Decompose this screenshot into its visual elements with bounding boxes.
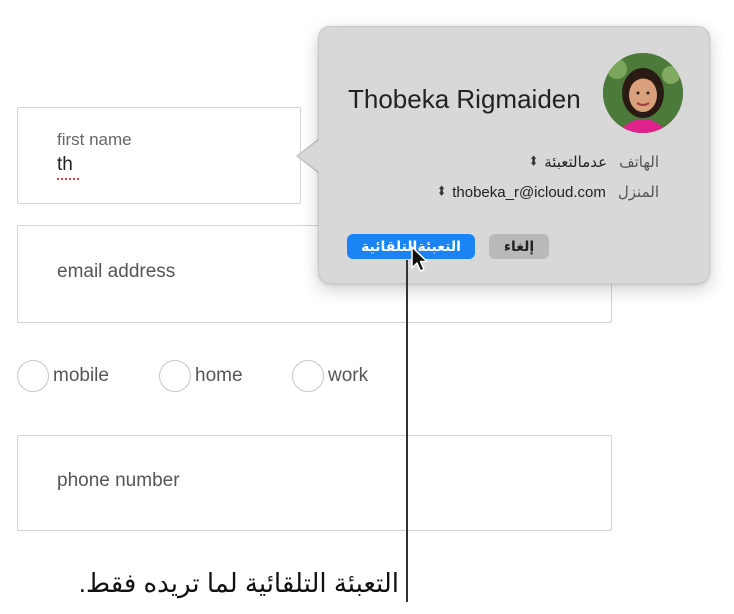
mouse-pointer-icon (411, 246, 428, 272)
spellcheck-underline (57, 178, 79, 180)
callout-line (406, 260, 408, 602)
radio-circle[interactable] (17, 360, 49, 392)
row-value-select[interactable]: ⬍ thobeka_r@icloud.com (437, 184, 606, 201)
up-down-chevron-icon: ⬍ (437, 184, 447, 199)
row-key: الهاتف (619, 154, 659, 171)
radio-home-label: home (195, 365, 243, 386)
first-name-field[interactable]: first name th (17, 107, 301, 204)
row-key: المنزل (617, 184, 659, 201)
first-name-value[interactable]: th (57, 154, 73, 176)
callout-caption: التعبئة التلقائية لما تريده فقط. (78, 568, 399, 598)
phone-number-placeholder: phone number (57, 470, 180, 491)
radio-work[interactable]: work (292, 360, 368, 392)
first-name-label: first name (57, 130, 132, 149)
autofill-contact-popover: Thobeka Rigmaiden الهاتف ⬍ عدمالتعبئة ال… (318, 26, 710, 284)
radio-circle[interactable] (159, 360, 191, 392)
up-down-chevron-icon: ⬍ (528, 154, 539, 169)
popover-row-home: المنزل ⬍ thobeka_r@icloud.com (437, 183, 659, 202)
radio-mobile-label: mobile (53, 365, 109, 386)
radio-home[interactable]: home (159, 360, 243, 392)
cancel-button[interactable]: إلغاء (489, 234, 549, 259)
row-value: عدمالتعبئة (544, 154, 608, 171)
popover-arrow (298, 140, 319, 172)
contact-name: Thobeka Rigmaiden (348, 84, 581, 114)
radio-circle[interactable] (292, 360, 324, 392)
row-value-select[interactable]: ⬍ عدمالتعبئة (529, 153, 607, 171)
phone-number-field[interactable]: phone number (17, 435, 612, 531)
row-value: thobeka_r@icloud.com (452, 183, 606, 201)
popover-row-phone: الهاتف ⬍ عدمالتعبئة (529, 153, 659, 171)
radio-mobile[interactable]: mobile (17, 360, 109, 392)
email-placeholder: email address (57, 261, 176, 282)
radio-work-label: work (328, 365, 369, 386)
avatar (603, 53, 683, 133)
